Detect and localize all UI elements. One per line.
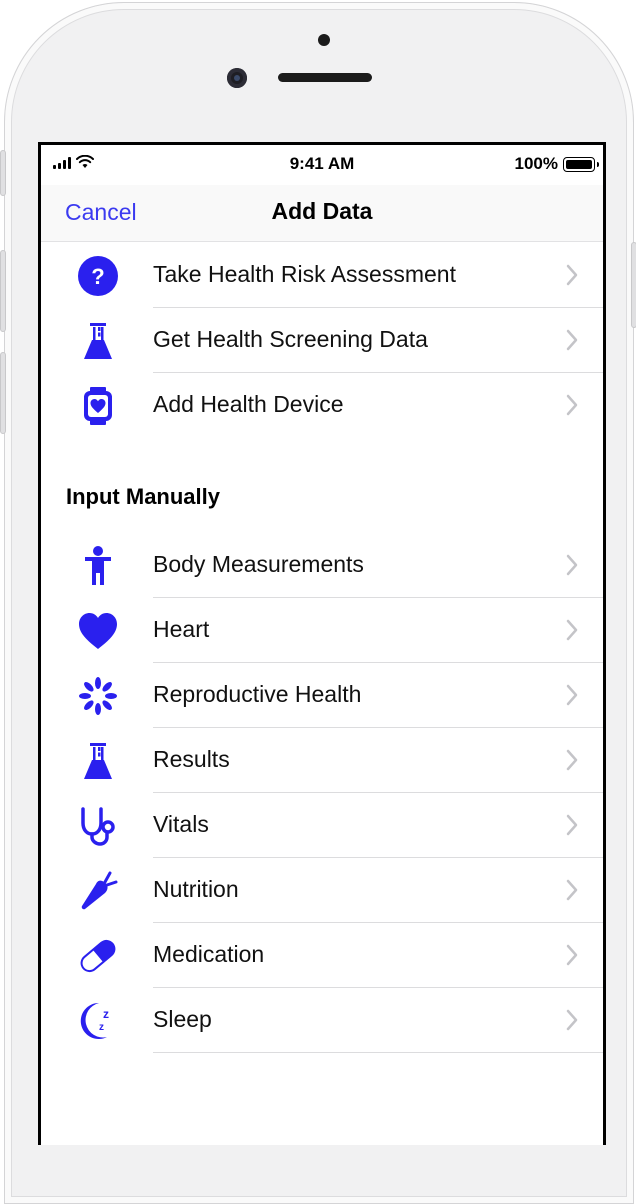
row-divider xyxy=(153,1052,603,1053)
list-item-nutrition[interactable]: Nutrition xyxy=(41,858,603,923)
chevron-right-icon xyxy=(566,1009,578,1031)
mute-switch xyxy=(0,150,6,196)
proximity-sensor xyxy=(318,34,330,46)
list-item-label: Add Health Device xyxy=(153,391,344,417)
carrot-icon xyxy=(77,870,119,912)
list-item-health-risk-assessment[interactable]: ? Take Health Risk Assessment xyxy=(41,243,603,308)
navigation-bar: Cancel Add Data xyxy=(41,185,603,242)
chevron-right-icon xyxy=(566,619,578,641)
battery-percent: 100% xyxy=(514,154,558,173)
list-item-vitals[interactable]: Vitals xyxy=(41,793,603,858)
section-header-input-manually: Input Manually xyxy=(66,484,220,509)
battery-icon xyxy=(563,156,599,172)
list-item-medication[interactable]: Medication xyxy=(41,923,603,988)
list-item-sleep[interactable]: zz Sleep xyxy=(41,988,603,1053)
chevron-right-icon xyxy=(566,944,578,966)
list-item-heart[interactable]: Heart xyxy=(41,598,603,663)
volume-down-button xyxy=(0,352,6,434)
stethoscope-icon xyxy=(77,805,119,847)
lab-flask-icon xyxy=(77,320,119,362)
list-item-reproductive-health[interactable]: Reproductive Health xyxy=(41,663,603,728)
list-item-health-screening-data[interactable]: Get Health Screening Data xyxy=(41,308,603,373)
list-item-label: Heart xyxy=(153,616,210,642)
list-item-body-measurements[interactable]: Body Measurements xyxy=(41,533,603,598)
list-item-label: Get Health Screening Data xyxy=(153,326,428,352)
list-item-label: Body Measurements xyxy=(153,551,364,577)
earpiece-speaker xyxy=(278,73,372,82)
flower-icon xyxy=(77,675,119,717)
list-item-label: Vitals xyxy=(153,811,209,837)
chevron-right-icon xyxy=(566,554,578,576)
chevron-right-icon xyxy=(566,814,578,836)
svg-text:z: z xyxy=(103,1007,109,1021)
list-item-add-health-device[interactable]: Add Health Device xyxy=(41,373,603,438)
pill-icon xyxy=(77,935,119,977)
svg-text:?: ? xyxy=(91,264,104,289)
volume-up-button xyxy=(0,250,6,332)
list-item-label: Take Health Risk Assessment xyxy=(153,261,456,287)
manual-input-list: Body Measurements Heart Reproductive Hea… xyxy=(41,533,603,1053)
chevron-right-icon xyxy=(566,879,578,901)
list-item-results[interactable]: Results xyxy=(41,728,603,793)
question-circle-icon: ? xyxy=(77,255,119,297)
list-item-label: Medication xyxy=(153,941,265,967)
person-icon xyxy=(77,545,119,587)
chevron-right-icon xyxy=(566,749,578,771)
chevron-right-icon xyxy=(566,394,578,416)
list-item-label: Sleep xyxy=(153,1006,212,1032)
list-item-label: Results xyxy=(153,746,230,772)
status-bar: 9:41 AM 100% xyxy=(41,145,603,185)
battery-status: 100% xyxy=(514,154,599,174)
heart-icon xyxy=(77,610,119,652)
chevron-right-icon xyxy=(566,329,578,351)
power-button xyxy=(631,242,636,328)
top-options-list: ? Take Health Risk Assessment Get Health… xyxy=(41,243,603,438)
list-item-label: Reproductive Health xyxy=(153,681,362,707)
chevron-right-icon xyxy=(566,684,578,706)
front-camera xyxy=(227,68,247,88)
list-item-label: Nutrition xyxy=(153,876,239,902)
lab-flask-icon xyxy=(77,740,119,782)
watch-heart-icon xyxy=(77,385,119,427)
page-title: Add Data xyxy=(271,198,373,224)
screen: 9:41 AM 100% Cancel Add Data ? Take Heal… xyxy=(38,142,606,1145)
svg-text:z: z xyxy=(99,1022,104,1033)
moon-zzz-icon: zz xyxy=(77,1000,119,1042)
chevron-right-icon xyxy=(566,264,578,286)
